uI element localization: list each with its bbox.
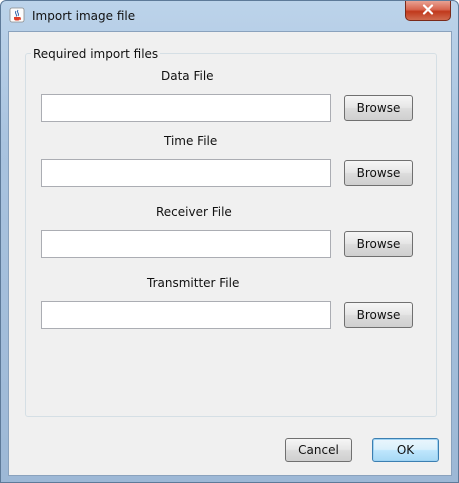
- receiver-file-browse-button[interactable]: Browse: [344, 231, 413, 257]
- window-title: Import image file: [32, 9, 136, 23]
- transmitter-file-label: Transmitter File: [147, 276, 240, 290]
- transmitter-file-input[interactable]: [41, 301, 331, 329]
- time-file-input[interactable]: [41, 159, 331, 187]
- group-title: Required import files: [31, 47, 161, 61]
- time-file-browse-button[interactable]: Browse: [344, 160, 413, 186]
- close-button[interactable]: [405, 1, 451, 21]
- transmitter-file-browse-button[interactable]: Browse: [344, 302, 413, 328]
- cancel-button[interactable]: Cancel: [285, 438, 352, 462]
- time-file-label: Time File: [164, 134, 218, 148]
- ok-button[interactable]: OK: [372, 438, 439, 462]
- data-file-input[interactable]: [41, 94, 331, 122]
- dialog-content: Required import files Data File Browse T…: [8, 31, 452, 476]
- dialog-window: Import image file Required import files …: [0, 0, 459, 483]
- receiver-file-input[interactable]: [41, 230, 331, 258]
- title-bar[interactable]: Import image file: [1, 1, 458, 31]
- data-file-label: Data File: [161, 69, 214, 83]
- data-file-browse-button[interactable]: Browse: [344, 95, 413, 121]
- receiver-file-label: Receiver File: [156, 205, 232, 219]
- close-icon: [422, 3, 434, 18]
- java-cup-icon: [9, 7, 25, 23]
